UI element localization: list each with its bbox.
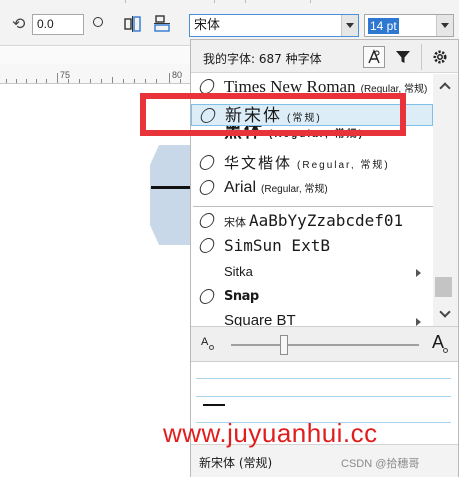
font-item-style: (Regular, 常规) [261,184,328,195]
opentype-icon [197,289,217,304]
font-list-scrollbar[interactable] [433,74,458,326]
slider-thumb[interactable] [280,335,288,355]
font-item-name: SimSun ExtB [224,236,330,255]
site-watermark: www.juyuanhui.cc [163,418,378,448]
chevron-right-icon[interactable] [416,269,421,277]
font-item-name: Sitka [224,264,253,279]
toolbar-top-edge [125,0,215,3]
canvas-shape[interactable] [150,145,195,245]
filter-icon[interactable] [392,46,414,68]
ruler-corner-area [0,47,190,64]
font-item-arial[interactable]: Arial (Regular, 常规) [191,177,433,199]
magnifier-icon [209,345,214,350]
ruler-tick [112,77,113,83]
ruler-tick [57,73,58,83]
ruler-tick [16,79,17,83]
selected-font-label: 新宋体 (常规) [199,456,273,470]
rotate-icon: ⟲ [12,14,26,33]
font-item-square-bt[interactable]: Square BT [191,310,433,326]
ruler-tick [145,79,146,83]
font-item-name: Square BT [224,312,296,326]
ruler-tick [6,79,7,83]
scroll-down-icon[interactable] [439,306,451,318]
ruler-tick [26,79,27,83]
font-filter-icon[interactable] [363,46,385,68]
font-family-select[interactable]: 宋体 [189,14,359,37]
preview-guide-line [196,378,451,379]
font-item-sample: AaBbYyZzabcdef01 [249,211,404,230]
horizontal-ruler[interactable]: 75 80 [0,64,190,84]
font-family-value: 宋体 [194,18,221,33]
preview-size-bar: A A [191,326,458,362]
ruler-tick [46,79,47,83]
opentype-icon [197,180,217,195]
rotation-input[interactable]: 0.0 [32,14,84,35]
canvas-line[interactable] [151,186,191,189]
scroll-up-icon[interactable] [439,82,451,94]
ruler-tick [36,79,37,83]
scrollbar-thumb[interactable] [435,277,452,297]
font-item-huawen-kaiti[interactable]: 华文楷体 (Regular, 常规) [191,152,433,174]
opentype-icon [197,155,217,170]
font-item-style: (Regular, 常规) [297,160,390,171]
font-list-header: 我的字体: 687 种字体 [191,40,458,73]
font-item-name: 华文楷体 [224,154,293,172]
opentype-icon [197,213,217,228]
font-count-title: 我的字体: 687 种字体 [203,52,322,66]
chevron-down-icon[interactable] [341,15,358,36]
chevron-right-icon[interactable] [416,318,421,326]
ruler-tick [123,79,124,83]
ruler-tick [156,79,157,83]
magnifier-icon [443,348,448,353]
font-item-name: 宋体 [224,216,246,229]
preview-glyph-mark [203,404,225,406]
font-item-name: Arial [224,179,257,196]
header-divider [421,44,422,70]
degree-icon [93,17,103,27]
recent-fonts-divider [193,206,433,207]
gear-icon[interactable] [429,46,451,68]
zoom-out-icon[interactable]: A [201,336,208,348]
font-item-name: Snap [224,289,259,304]
font-item-snap[interactable]: Snap [191,286,433,308]
font-size-select[interactable]: 14 pt [364,14,454,37]
highlight-annotation-box [140,93,406,136]
font-item-simsun-extb[interactable]: SimSun ExtB [191,235,433,257]
align-horizontal-icon[interactable] [124,15,142,33]
ruler-label: 75 [60,70,71,80]
ruler-tick [79,79,80,83]
opentype-icon [197,238,217,253]
preview-guide-line [196,396,451,397]
toolbar-top-edge-2 [245,0,311,3]
font-item-songti[interactable]: 宋体 AaBbYyZzabcdef01 [191,210,433,232]
ruler-tick [134,79,135,83]
drawing-canvas[interactable] [0,85,190,477]
ruler-tick [101,79,102,83]
font-item-sitka[interactable]: Sitka [191,261,433,283]
ruler-label: 80 [172,70,183,80]
ruler-tick [90,79,91,83]
author-credit: CSDN @拾穗哥 [341,458,420,470]
ruler-tick [169,73,170,83]
opentype-icon [197,79,217,94]
preview-size-slider[interactable] [231,344,419,346]
align-vertical-icon[interactable] [153,15,171,33]
font-size-value[interactable]: 14 pt [368,18,399,34]
chevron-down-icon[interactable] [436,15,453,36]
